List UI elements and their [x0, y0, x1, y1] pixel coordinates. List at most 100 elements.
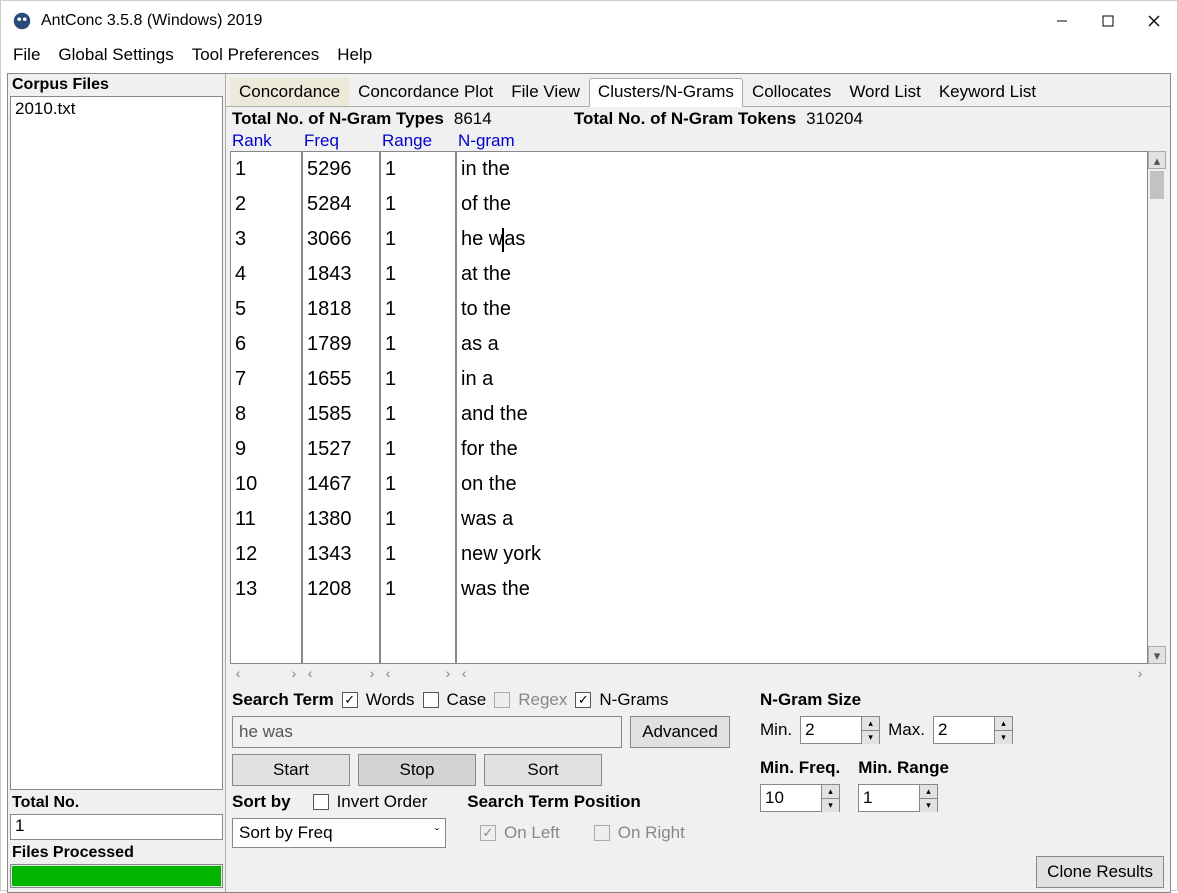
chevron-right-icon[interactable]: ›	[290, 667, 298, 683]
search-input[interactable]	[232, 716, 622, 748]
cell-rank[interactable]: 8	[235, 397, 297, 432]
spin-down-icon[interactable]: ▾	[822, 799, 839, 812]
clone-results-button[interactable]: Clone Results	[1036, 856, 1164, 888]
spin-down-icon[interactable]: ▾	[995, 731, 1012, 744]
scroll-down-icon[interactable]: ▾	[1148, 646, 1166, 664]
words-checkbox[interactable]	[342, 692, 358, 708]
tab-collocates[interactable]: Collocates	[743, 78, 840, 106]
cell-ngram[interactable]: on the	[461, 467, 1143, 502]
cell-ngram[interactable]: in a	[461, 362, 1143, 397]
column-ngram[interactable]: in theof thehe wasat theto theas ain aan…	[456, 151, 1148, 664]
cell-freq[interactable]: 1655	[307, 362, 375, 397]
min-freq-input[interactable]	[761, 785, 821, 811]
cell-ngram[interactable]: as a	[461, 327, 1143, 362]
tab-file-view[interactable]: File View	[502, 78, 589, 106]
cell-freq[interactable]: 1380	[307, 502, 375, 537]
tab-word-list[interactable]: Word List	[840, 78, 930, 106]
cell-freq[interactable]: 1789	[307, 327, 375, 362]
spin-down-icon[interactable]: ▾	[862, 731, 879, 744]
tab-clusters-ngrams[interactable]: Clusters/N-Grams	[589, 78, 743, 107]
cell-freq[interactable]: 1527	[307, 432, 375, 467]
cell-range[interactable]: 1	[385, 537, 451, 572]
hscroll-rank[interactable]: ‹›	[230, 667, 302, 683]
min-range-input[interactable]	[859, 785, 919, 811]
cell-ngram[interactable]: and the	[461, 397, 1143, 432]
spin-down-icon[interactable]: ▾	[920, 799, 937, 812]
column-freq[interactable]: 5296528430661843181817891655158515271467…	[302, 151, 380, 664]
chevron-left-icon[interactable]: ‹	[234, 667, 242, 683]
min-size-input[interactable]	[801, 717, 861, 743]
cell-ngram[interactable]: new york	[461, 537, 1143, 572]
minimize-button[interactable]	[1039, 1, 1085, 41]
cell-range[interactable]: 1	[385, 397, 451, 432]
header-freq[interactable]: Freq	[304, 131, 382, 151]
max-size-spinner[interactable]: ▴▾	[933, 716, 1013, 744]
sort-by-select[interactable]: Sort by Freq ˇ	[232, 818, 446, 848]
cell-rank[interactable]: 3	[235, 222, 297, 257]
min-range-spinner[interactable]: ▴▾	[858, 784, 938, 812]
maximize-button[interactable]	[1085, 1, 1131, 41]
cell-rank[interactable]: 1	[235, 152, 297, 187]
stop-button[interactable]: Stop	[358, 754, 476, 786]
scroll-thumb[interactable]	[1150, 171, 1164, 199]
cell-range[interactable]: 1	[385, 292, 451, 327]
header-rank[interactable]: Rank	[232, 131, 304, 151]
cell-range[interactable]: 1	[385, 467, 451, 502]
invert-order-checkbox[interactable]	[313, 794, 329, 810]
cell-range[interactable]: 1	[385, 432, 451, 467]
menu-global-settings[interactable]: Global Settings	[58, 45, 173, 65]
chevron-right-icon[interactable]: ›	[368, 667, 376, 683]
case-checkbox[interactable]	[423, 692, 439, 708]
chevron-left-icon[interactable]: ‹	[384, 667, 392, 683]
cell-freq[interactable]: 1818	[307, 292, 375, 327]
cell-rank[interactable]: 4	[235, 257, 297, 292]
cell-rank[interactable]: 9	[235, 432, 297, 467]
cell-range[interactable]: 1	[385, 327, 451, 362]
close-button[interactable]	[1131, 1, 1177, 41]
menu-file[interactable]: File	[13, 45, 40, 65]
corpus-files-list[interactable]: 2010.txt	[10, 96, 223, 790]
column-rank[interactable]: 12345678910111213	[230, 151, 302, 664]
cell-range[interactable]: 1	[385, 222, 451, 257]
tab-concordance-plot[interactable]: Concordance Plot	[349, 78, 502, 106]
cell-freq[interactable]: 1467	[307, 467, 375, 502]
cell-rank[interactable]: 2	[235, 187, 297, 222]
cell-range[interactable]: 1	[385, 257, 451, 292]
scroll-up-icon[interactable]: ▴	[1148, 151, 1166, 169]
chevron-left-icon[interactable]: ‹	[460, 667, 468, 683]
start-button[interactable]: Start	[232, 754, 350, 786]
cell-rank[interactable]: 10	[235, 467, 297, 502]
cell-range[interactable]: 1	[385, 362, 451, 397]
cell-freq[interactable]: 5284	[307, 187, 375, 222]
tab-concordance[interactable]: Concordance	[230, 78, 349, 106]
vertical-scrollbar[interactable]: ▴ ▾	[1148, 151, 1166, 664]
header-ngram[interactable]: N-gram	[458, 131, 1146, 151]
cell-freq[interactable]: 5296	[307, 152, 375, 187]
chevron-right-icon[interactable]: ›	[444, 667, 452, 683]
cell-rank[interactable]: 13	[235, 572, 297, 607]
sort-button[interactable]: Sort	[484, 754, 602, 786]
tab-keyword-list[interactable]: Keyword List	[930, 78, 1045, 106]
chevron-left-icon[interactable]: ‹	[306, 667, 314, 683]
cell-ngram[interactable]: he was	[461, 222, 1143, 257]
chevron-right-icon[interactable]: ›	[1136, 667, 1144, 683]
cell-ngram[interactable]: at the	[461, 257, 1143, 292]
hscroll-ngram[interactable]: ‹›	[456, 667, 1148, 683]
cell-range[interactable]: 1	[385, 152, 451, 187]
cell-freq[interactable]: 1343	[307, 537, 375, 572]
cell-freq[interactable]: 1208	[307, 572, 375, 607]
menu-help[interactable]: Help	[337, 45, 372, 65]
cell-freq[interactable]: 3066	[307, 222, 375, 257]
column-range[interactable]: 1111111111111	[380, 151, 456, 664]
cell-range[interactable]: 1	[385, 502, 451, 537]
cell-range[interactable]: 1	[385, 187, 451, 222]
spin-up-icon[interactable]: ▴	[995, 717, 1012, 731]
hscroll-freq[interactable]: ‹›	[302, 667, 380, 683]
cell-ngram[interactable]: for the	[461, 432, 1143, 467]
cell-rank[interactable]: 11	[235, 502, 297, 537]
cell-rank[interactable]: 12	[235, 537, 297, 572]
header-range[interactable]: Range	[382, 131, 458, 151]
spin-up-icon[interactable]: ▴	[862, 717, 879, 731]
advanced-button[interactable]: Advanced	[630, 716, 730, 748]
cell-ngram[interactable]: in the	[461, 152, 1143, 187]
